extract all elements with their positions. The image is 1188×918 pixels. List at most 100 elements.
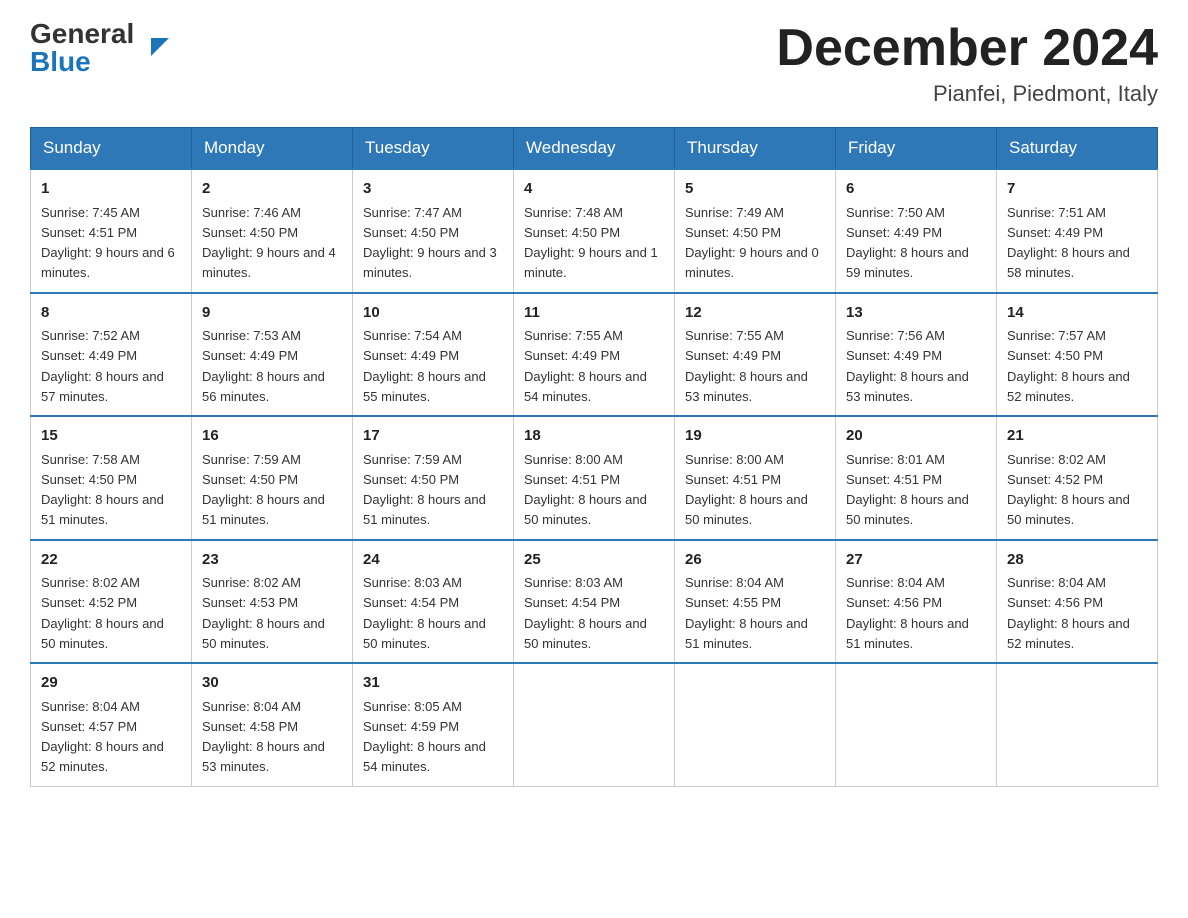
day-number: 30 — [202, 672, 342, 695]
calendar-cell — [675, 663, 836, 786]
day-number: 19 — [685, 425, 825, 448]
day-info: Sunrise: 7:56 AMSunset: 4:49 PMDaylight:… — [846, 328, 969, 404]
day-info: Sunrise: 7:58 AMSunset: 4:50 PMDaylight:… — [41, 452, 164, 528]
calendar-table: Sunday Monday Tuesday Wednesday Thursday… — [30, 127, 1158, 787]
day-info: Sunrise: 8:04 AMSunset: 4:57 PMDaylight:… — [41, 699, 164, 775]
calendar-cell: 16 Sunrise: 7:59 AMSunset: 4:50 PMDaylig… — [192, 416, 353, 540]
calendar-cell: 15 Sunrise: 7:58 AMSunset: 4:50 PMDaylig… — [31, 416, 192, 540]
day-info: Sunrise: 8:05 AMSunset: 4:59 PMDaylight:… — [363, 699, 486, 775]
logo: General Blue — [30, 20, 149, 76]
calendar-cell — [514, 663, 675, 786]
calendar-cell: 30 Sunrise: 8:04 AMSunset: 4:58 PMDaylig… — [192, 663, 353, 786]
day-number: 3 — [363, 178, 503, 201]
calendar-cell: 20 Sunrise: 8:01 AMSunset: 4:51 PMDaylig… — [836, 416, 997, 540]
week-row-4: 22 Sunrise: 8:02 AMSunset: 4:52 PMDaylig… — [31, 540, 1158, 664]
day-info: Sunrise: 7:50 AMSunset: 4:49 PMDaylight:… — [846, 205, 969, 281]
day-info: Sunrise: 7:53 AMSunset: 4:49 PMDaylight:… — [202, 328, 325, 404]
header-row: Sunday Monday Tuesday Wednesday Thursday… — [31, 128, 1158, 170]
month-title: December 2024 — [776, 20, 1158, 77]
calendar-cell: 22 Sunrise: 8:02 AMSunset: 4:52 PMDaylig… — [31, 540, 192, 664]
day-info: Sunrise: 7:59 AMSunset: 4:50 PMDaylight:… — [363, 452, 486, 528]
day-info: Sunrise: 8:01 AMSunset: 4:51 PMDaylight:… — [846, 452, 969, 528]
day-info: Sunrise: 7:55 AMSunset: 4:49 PMDaylight:… — [685, 328, 808, 404]
calendar-cell: 28 Sunrise: 8:04 AMSunset: 4:56 PMDaylig… — [997, 540, 1158, 664]
day-number: 4 — [524, 178, 664, 201]
day-info: Sunrise: 8:02 AMSunset: 4:52 PMDaylight:… — [41, 575, 164, 651]
day-number: 16 — [202, 425, 342, 448]
location-text: Pianfei, Piedmont, Italy — [776, 81, 1158, 107]
header-monday: Monday — [192, 128, 353, 170]
header-thursday: Thursday — [675, 128, 836, 170]
calendar-cell: 25 Sunrise: 8:03 AMSunset: 4:54 PMDaylig… — [514, 540, 675, 664]
day-number: 6 — [846, 178, 986, 201]
calendar-header: Sunday Monday Tuesday Wednesday Thursday… — [31, 128, 1158, 170]
day-number: 13 — [846, 302, 986, 325]
day-info: Sunrise: 7:52 AMSunset: 4:49 PMDaylight:… — [41, 328, 164, 404]
header-sunday: Sunday — [31, 128, 192, 170]
logo-general-text: General — [30, 20, 149, 48]
day-number: 14 — [1007, 302, 1147, 325]
day-number: 27 — [846, 549, 986, 572]
calendar-cell: 23 Sunrise: 8:02 AMSunset: 4:53 PMDaylig… — [192, 540, 353, 664]
day-info: Sunrise: 8:02 AMSunset: 4:52 PMDaylight:… — [1007, 452, 1130, 528]
day-info: Sunrise: 7:59 AMSunset: 4:50 PMDaylight:… — [202, 452, 325, 528]
calendar-body: 1 Sunrise: 7:45 AMSunset: 4:51 PMDayligh… — [31, 169, 1158, 786]
day-number: 25 — [524, 549, 664, 572]
calendar-cell: 13 Sunrise: 7:56 AMSunset: 4:49 PMDaylig… — [836, 293, 997, 417]
day-info: Sunrise: 7:55 AMSunset: 4:49 PMDaylight:… — [524, 328, 647, 404]
day-info: Sunrise: 8:02 AMSunset: 4:53 PMDaylight:… — [202, 575, 325, 651]
day-info: Sunrise: 7:57 AMSunset: 4:50 PMDaylight:… — [1007, 328, 1130, 404]
calendar-cell — [997, 663, 1158, 786]
day-info: Sunrise: 8:04 AMSunset: 4:56 PMDaylight:… — [1007, 575, 1130, 651]
day-info: Sunrise: 8:00 AMSunset: 4:51 PMDaylight:… — [685, 452, 808, 528]
calendar-cell: 6 Sunrise: 7:50 AMSunset: 4:49 PMDayligh… — [836, 169, 997, 293]
calendar-cell: 12 Sunrise: 7:55 AMSunset: 4:49 PMDaylig… — [675, 293, 836, 417]
calendar-cell: 21 Sunrise: 8:02 AMSunset: 4:52 PMDaylig… — [997, 416, 1158, 540]
calendar-cell: 11 Sunrise: 7:55 AMSunset: 4:49 PMDaylig… — [514, 293, 675, 417]
calendar-cell: 29 Sunrise: 8:04 AMSunset: 4:57 PMDaylig… — [31, 663, 192, 786]
calendar-cell: 3 Sunrise: 7:47 AMSunset: 4:50 PMDayligh… — [353, 169, 514, 293]
calendar-cell: 10 Sunrise: 7:54 AMSunset: 4:49 PMDaylig… — [353, 293, 514, 417]
day-info: Sunrise: 8:04 AMSunset: 4:55 PMDaylight:… — [685, 575, 808, 651]
day-info: Sunrise: 8:04 AMSunset: 4:56 PMDaylight:… — [846, 575, 969, 651]
day-number: 20 — [846, 425, 986, 448]
calendar-cell: 27 Sunrise: 8:04 AMSunset: 4:56 PMDaylig… — [836, 540, 997, 664]
calendar-cell: 26 Sunrise: 8:04 AMSunset: 4:55 PMDaylig… — [675, 540, 836, 664]
day-number: 29 — [41, 672, 181, 695]
day-number: 31 — [363, 672, 503, 695]
day-info: Sunrise: 8:03 AMSunset: 4:54 PMDaylight:… — [524, 575, 647, 651]
week-row-1: 1 Sunrise: 7:45 AMSunset: 4:51 PMDayligh… — [31, 169, 1158, 293]
day-number: 5 — [685, 178, 825, 201]
day-number: 23 — [202, 549, 342, 572]
calendar-cell: 8 Sunrise: 7:52 AMSunset: 4:49 PMDayligh… — [31, 293, 192, 417]
day-number: 28 — [1007, 549, 1147, 572]
day-number: 2 — [202, 178, 342, 201]
calendar-cell: 18 Sunrise: 8:00 AMSunset: 4:51 PMDaylig… — [514, 416, 675, 540]
day-number: 9 — [202, 302, 342, 325]
day-number: 12 — [685, 302, 825, 325]
day-info: Sunrise: 8:00 AMSunset: 4:51 PMDaylight:… — [524, 452, 647, 528]
day-info: Sunrise: 7:49 AMSunset: 4:50 PMDaylight:… — [685, 205, 819, 281]
title-section: December 2024 Pianfei, Piedmont, Italy — [776, 20, 1158, 107]
calendar-cell: 1 Sunrise: 7:45 AMSunset: 4:51 PMDayligh… — [31, 169, 192, 293]
calendar-cell: 9 Sunrise: 7:53 AMSunset: 4:49 PMDayligh… — [192, 293, 353, 417]
day-info: Sunrise: 8:03 AMSunset: 4:54 PMDaylight:… — [363, 575, 486, 651]
day-number: 1 — [41, 178, 181, 201]
day-info: Sunrise: 7:46 AMSunset: 4:50 PMDaylight:… — [202, 205, 336, 281]
day-info: Sunrise: 7:51 AMSunset: 4:49 PMDaylight:… — [1007, 205, 1130, 281]
day-number: 15 — [41, 425, 181, 448]
day-number: 10 — [363, 302, 503, 325]
header-tuesday: Tuesday — [353, 128, 514, 170]
calendar-cell: 7 Sunrise: 7:51 AMSunset: 4:49 PMDayligh… — [997, 169, 1158, 293]
header-wednesday: Wednesday — [514, 128, 675, 170]
page-header: General Blue December 2024 Pianfei, Pied… — [30, 20, 1158, 107]
day-number: 11 — [524, 302, 664, 325]
day-info: Sunrise: 7:48 AMSunset: 4:50 PMDaylight:… — [524, 205, 658, 281]
day-info: Sunrise: 7:47 AMSunset: 4:50 PMDaylight:… — [363, 205, 497, 281]
calendar-cell: 14 Sunrise: 7:57 AMSunset: 4:50 PMDaylig… — [997, 293, 1158, 417]
calendar-cell: 17 Sunrise: 7:59 AMSunset: 4:50 PMDaylig… — [353, 416, 514, 540]
day-number: 7 — [1007, 178, 1147, 201]
day-number: 8 — [41, 302, 181, 325]
week-row-2: 8 Sunrise: 7:52 AMSunset: 4:49 PMDayligh… — [31, 293, 1158, 417]
week-row-3: 15 Sunrise: 7:58 AMSunset: 4:50 PMDaylig… — [31, 416, 1158, 540]
